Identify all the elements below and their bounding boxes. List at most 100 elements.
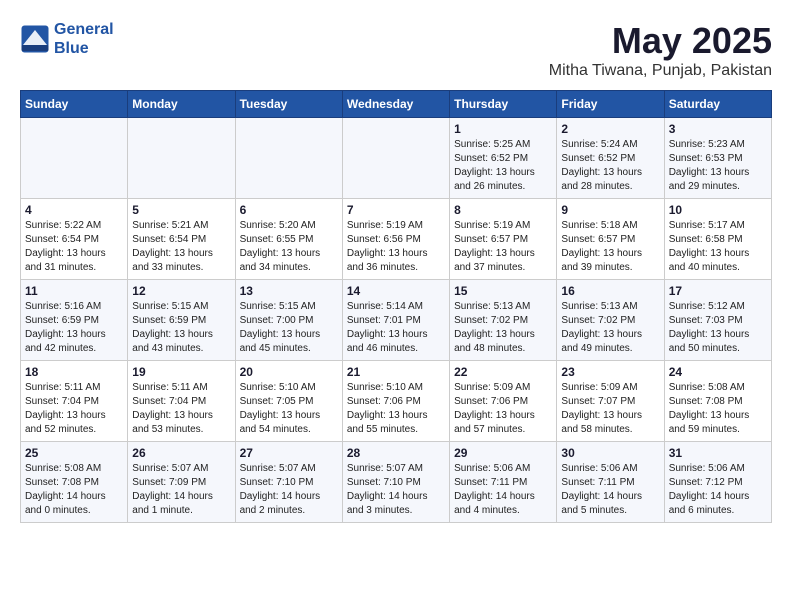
calendar-cell: 18 Sunrise: 5:11 AM Sunset: 7:04 PM Dayli…: [21, 361, 128, 442]
day-number: 6: [240, 203, 338, 217]
day-info: Sunrise: 5:11 AM Sunset: 7:04 PM Dayligh…: [25, 381, 123, 437]
calendar-cell: 21 Sunrise: 5:10 AM Sunset: 7:06 PM Dayli…: [342, 361, 449, 442]
day-info: Sunrise: 5:06 AM Sunset: 7:11 PM Dayligh…: [454, 462, 552, 518]
calendar-cell: 27 Sunrise: 5:07 AM Sunset: 7:10 PM Dayli…: [235, 442, 342, 523]
day-number: 12: [132, 284, 230, 298]
logo-line2: Blue: [54, 40, 89, 57]
day-number: 31: [669, 446, 767, 460]
calendar-week-row: 25Sunrise: 5:08 AM Sunset: 7:08 PM Dayli…: [21, 442, 772, 523]
day-info: Sunrise: 5:22 AM Sunset: 6:54 PM Dayligh…: [25, 219, 123, 275]
calendar-cell: 29 Sunrise: 5:06 AM Sunset: 7:11 PM Dayli…: [450, 442, 557, 523]
calendar-cell: 16Sunrise: 5:13 AM Sunset: 7:02 PM Dayli…: [557, 280, 664, 361]
day-info: Sunrise: 5:10 AM Sunset: 7:06 PM Dayligh…: [347, 381, 445, 437]
calendar-cell: [342, 118, 449, 199]
calendar-cell: 5 Sunrise: 5:21 AM Sunset: 6:54 PM Daylig…: [128, 199, 235, 280]
calendar-week-row: 11 Sunrise: 5:16 AM Sunset: 6:59 PM Dayli…: [21, 280, 772, 361]
logo-icon: [20, 24, 50, 54]
day-info: Sunrise: 5:21 AM Sunset: 6:54 PM Dayligh…: [132, 219, 230, 275]
day-number: 15: [454, 284, 552, 298]
day-info: Sunrise: 5:07 AM Sunset: 7:09 PM Dayligh…: [132, 462, 230, 518]
calendar-cell: 28Sunrise: 5:07 AM Sunset: 7:10 PM Dayli…: [342, 442, 449, 523]
header-saturday: Saturday: [664, 91, 771, 118]
day-number: 10: [669, 203, 767, 217]
calendar-cell: 2Sunrise: 5:24 AM Sunset: 6:52 PM Daylig…: [557, 118, 664, 199]
calendar-cell: 1Sunrise: 5:25 AM Sunset: 6:52 PM Daylig…: [450, 118, 557, 199]
calendar-cell: [235, 118, 342, 199]
calendar-cell: [21, 118, 128, 199]
calendar-week-row: 4 Sunrise: 5:22 AM Sunset: 6:54 PM Daylig…: [21, 199, 772, 280]
calendar-cell: 31 Sunrise: 5:06 AM Sunset: 7:12 PM Dayli…: [664, 442, 771, 523]
subtitle: Mitha Tiwana, Punjab, Pakistan: [549, 62, 772, 80]
day-info: Sunrise: 5:16 AM Sunset: 6:59 PM Dayligh…: [25, 300, 123, 356]
calendar-cell: 3Sunrise: 5:23 AM Sunset: 6:53 PM Daylig…: [664, 118, 771, 199]
calendar-week-row: 1Sunrise: 5:25 AM Sunset: 6:52 PM Daylig…: [21, 118, 772, 199]
calendar-cell: 6 Sunrise: 5:20 AM Sunset: 6:55 PM Daylig…: [235, 199, 342, 280]
calendar-cell: 11 Sunrise: 5:16 AM Sunset: 6:59 PM Dayli…: [21, 280, 128, 361]
day-info: Sunrise: 5:15 AM Sunset: 7:00 PM Dayligh…: [240, 300, 338, 356]
header-wednesday: Wednesday: [342, 91, 449, 118]
day-info: Sunrise: 5:11 AM Sunset: 7:04 PM Dayligh…: [132, 381, 230, 437]
day-number: 7: [347, 203, 445, 217]
day-number: 19: [132, 365, 230, 379]
calendar-cell: 30Sunrise: 5:06 AM Sunset: 7:11 PM Dayli…: [557, 442, 664, 523]
day-number: 4: [25, 203, 123, 217]
calendar-cell: [128, 118, 235, 199]
calendar-cell: 17 Sunrise: 5:12 AM Sunset: 7:03 PM Dayli…: [664, 280, 771, 361]
day-info: Sunrise: 5:14 AM Sunset: 7:01 PM Dayligh…: [347, 300, 445, 356]
day-info: Sunrise: 5:06 AM Sunset: 7:11 PM Dayligh…: [561, 462, 659, 518]
day-number: 17: [669, 284, 767, 298]
calendar-cell: 9 Sunrise: 5:18 AM Sunset: 6:57 PM Daylig…: [557, 199, 664, 280]
calendar-cell: 25Sunrise: 5:08 AM Sunset: 7:08 PM Dayli…: [21, 442, 128, 523]
header-thursday: Thursday: [450, 91, 557, 118]
logo-text: General Blue: [54, 20, 114, 58]
calendar-cell: 8 Sunrise: 5:19 AM Sunset: 6:57 PM Daylig…: [450, 199, 557, 280]
day-number: 28: [347, 446, 445, 460]
main-title: May 2025: [549, 20, 772, 62]
day-info: Sunrise: 5:13 AM Sunset: 7:02 PM Dayligh…: [454, 300, 552, 356]
calendar-header-row: SundayMondayTuesdayWednesdayThursdayFrid…: [21, 91, 772, 118]
day-info: Sunrise: 5:19 AM Sunset: 6:56 PM Dayligh…: [347, 219, 445, 275]
header-tuesday: Tuesday: [235, 91, 342, 118]
day-info: Sunrise: 5:20 AM Sunset: 6:55 PM Dayligh…: [240, 219, 338, 275]
day-number: 23: [561, 365, 659, 379]
calendar-cell: 15 Sunrise: 5:13 AM Sunset: 7:02 PM Dayli…: [450, 280, 557, 361]
day-info: Sunrise: 5:07 AM Sunset: 7:10 PM Dayligh…: [240, 462, 338, 518]
day-number: 11: [25, 284, 123, 298]
calendar-table: SundayMondayTuesdayWednesdayThursdayFrid…: [20, 90, 772, 523]
day-info: Sunrise: 5:12 AM Sunset: 7:03 PM Dayligh…: [669, 300, 767, 356]
day-number: 25: [25, 446, 123, 460]
day-number: 13: [240, 284, 338, 298]
calendar-cell: 24 Sunrise: 5:08 AM Sunset: 7:08 PM Dayli…: [664, 361, 771, 442]
day-number: 16: [561, 284, 659, 298]
day-number: 29: [454, 446, 552, 460]
day-info: Sunrise: 5:09 AM Sunset: 7:06 PM Dayligh…: [454, 381, 552, 437]
day-info: Sunrise: 5:18 AM Sunset: 6:57 PM Dayligh…: [561, 219, 659, 275]
day-number: 14: [347, 284, 445, 298]
calendar-cell: 22Sunrise: 5:09 AM Sunset: 7:06 PM Dayli…: [450, 361, 557, 442]
calendar-week-row: 18 Sunrise: 5:11 AM Sunset: 7:04 PM Dayli…: [21, 361, 772, 442]
day-number: 8: [454, 203, 552, 217]
title-area: May 2025 Mitha Tiwana, Punjab, Pakistan: [549, 20, 772, 80]
day-number: 27: [240, 446, 338, 460]
day-number: 5: [132, 203, 230, 217]
day-number: 3: [669, 122, 767, 136]
day-info: Sunrise: 5:06 AM Sunset: 7:12 PM Dayligh…: [669, 462, 767, 518]
day-info: Sunrise: 5:19 AM Sunset: 6:57 PM Dayligh…: [454, 219, 552, 275]
logo-line1: General: [54, 21, 114, 38]
day-number: 18: [25, 365, 123, 379]
day-info: Sunrise: 5:09 AM Sunset: 7:07 PM Dayligh…: [561, 381, 659, 437]
header-monday: Monday: [128, 91, 235, 118]
day-info: Sunrise: 5:08 AM Sunset: 7:08 PM Dayligh…: [669, 381, 767, 437]
day-number: 9: [561, 203, 659, 217]
calendar-cell: 23 Sunrise: 5:09 AM Sunset: 7:07 PM Dayli…: [557, 361, 664, 442]
day-number: 24: [669, 365, 767, 379]
day-number: 2: [561, 122, 659, 136]
day-number: 20: [240, 365, 338, 379]
calendar-cell: 10 Sunrise: 5:17 AM Sunset: 6:58 PM Dayli…: [664, 199, 771, 280]
calendar-cell: 7 Sunrise: 5:19 AM Sunset: 6:56 PM Daylig…: [342, 199, 449, 280]
day-info: Sunrise: 5:25 AM Sunset: 6:52 PM Dayligh…: [454, 138, 552, 194]
day-number: 21: [347, 365, 445, 379]
day-info: Sunrise: 5:17 AM Sunset: 6:58 PM Dayligh…: [669, 219, 767, 275]
calendar-cell: 12Sunrise: 5:15 AM Sunset: 6:59 PM Dayli…: [128, 280, 235, 361]
header-friday: Friday: [557, 91, 664, 118]
